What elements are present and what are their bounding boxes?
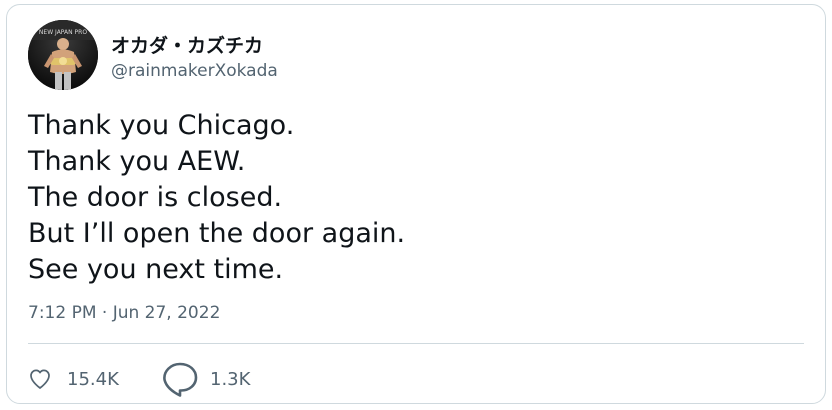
like-button[interactable]: 15.4K xyxy=(27,357,119,401)
tweet-card[interactable]: NEW JAPAN PRO オカダ・カズチカ @rainmakerXokada … xyxy=(6,4,826,404)
tweet-line: But I’ll open the door again. xyxy=(28,218,406,249)
user-handle[interactable]: @rainmakerXokada xyxy=(111,61,278,81)
heart-icon xyxy=(30,369,50,389)
tweet-timestamp[interactable]: 7:12 PM · Jun 27, 2022 xyxy=(28,303,220,323)
tweet-line: Thank you Chicago. xyxy=(28,110,295,141)
display-name[interactable]: オカダ・カズチカ xyxy=(111,31,263,58)
tweet-line: Thank you AEW. xyxy=(28,146,246,177)
tweet-text: Thank you Chicago. Thank you AEW. The do… xyxy=(28,108,808,288)
reply-button[interactable]: 1.3K xyxy=(160,357,250,401)
tweet-line: The door is closed. xyxy=(28,182,283,213)
tweet-line: See you next time. xyxy=(28,254,284,285)
like-count: 15.4K xyxy=(67,368,119,390)
reply-count: 1.3K xyxy=(210,368,251,390)
avatar-photo-icon: NEW JAPAN PRO xyxy=(28,20,98,90)
avatar[interactable]: NEW JAPAN PRO xyxy=(28,20,98,90)
speech-bubble-icon xyxy=(163,362,198,397)
svg-text:NEW JAPAN PRO: NEW JAPAN PRO xyxy=(39,29,87,36)
divider xyxy=(28,343,804,344)
